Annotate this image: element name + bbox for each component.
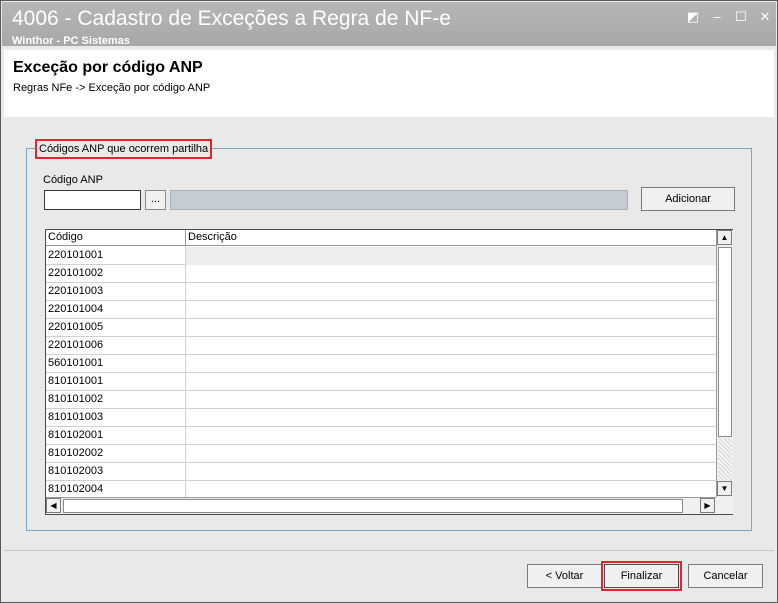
close-icon[interactable]: ✕ — [754, 8, 776, 26]
finish-button[interactable]: Finalizar — [601, 561, 682, 591]
table-row[interactable]: 810102003 — [46, 463, 716, 481]
table-row[interactable]: 810102002 — [46, 445, 716, 463]
app-window: 4006 - Cadastro de Exceções a Regra de N… — [0, 0, 778, 603]
cell-code: 220101003 — [46, 283, 186, 301]
cell-code: 220101002 — [46, 265, 186, 283]
cell-description — [186, 445, 716, 463]
cell-code: 810102001 — [46, 427, 186, 445]
maximize-icon[interactable]: ☐ — [730, 8, 752, 26]
content-area: Códigos ANP que ocorrem partilha Código … — [4, 119, 774, 549]
scroll-down-icon[interactable]: ▼ — [717, 481, 732, 496]
anp-codes-grid: Código Descrição 220101001 220101002 220… — [45, 229, 733, 515]
lookup-button[interactable]: ... — [145, 190, 166, 210]
column-header-code[interactable]: Código — [46, 230, 186, 246]
anp-code-input[interactable] — [44, 190, 141, 210]
title-bar[interactable]: 4006 - Cadastro de Exceções a Regra de N… — [2, 2, 776, 47]
cell-description — [186, 247, 716, 265]
table-row[interactable]: 810102004 — [46, 481, 716, 497]
add-button[interactable]: Adicionar — [641, 187, 735, 211]
page-header: Exceção por código ANP Regras NFe -> Exc… — [4, 50, 774, 117]
cell-description — [186, 481, 716, 497]
scroll-up-icon[interactable]: ▲ — [717, 230, 732, 245]
back-button[interactable]: < Voltar — [527, 564, 602, 588]
table-row[interactable]: 220101004 — [46, 301, 716, 319]
cell-description — [186, 301, 716, 319]
cell-description — [186, 355, 716, 373]
cancel-button[interactable]: Cancelar — [688, 564, 763, 588]
vertical-scroll-track[interactable] — [718, 438, 732, 480]
breadcrumb: Regras NFe -> Exceção por código ANP — [13, 82, 211, 94]
cell-description — [186, 409, 716, 427]
groupbox-label: Códigos ANP que ocorrem partilha — [35, 139, 213, 159]
footer-divider — [4, 550, 774, 551]
table-row[interactable]: 220101001 — [46, 247, 716, 265]
scroll-left-icon[interactable]: ◀ — [46, 498, 61, 513]
anp-description-field — [170, 190, 628, 210]
table-row[interactable]: 220101005 — [46, 319, 716, 337]
cell-description — [186, 373, 716, 391]
vertical-scroll-thumb[interactable] — [718, 247, 732, 437]
grid-rows: 220101001 220101002 220101003 220101004 … — [46, 247, 716, 497]
minimize-icon[interactable]: – — [706, 8, 728, 26]
cell-code: 220101005 — [46, 319, 186, 337]
horizontal-scrollbar[interactable]: ◀ ▶ — [46, 497, 716, 514]
restore-icon[interactable]: ◩ — [682, 8, 704, 26]
table-row[interactable]: 810102001 — [46, 427, 716, 445]
table-row[interactable]: 220101002 — [46, 265, 716, 283]
cell-code: 220101006 — [46, 337, 186, 355]
cell-description — [186, 337, 716, 355]
cell-code: 810101001 — [46, 373, 186, 391]
cell-code: 810102002 — [46, 445, 186, 463]
cell-description — [186, 427, 716, 445]
table-row[interactable]: 220101006 — [46, 337, 716, 355]
cell-description — [186, 265, 716, 283]
horizontal-scroll-thumb[interactable] — [63, 499, 683, 513]
cell-code: 810102004 — [46, 481, 186, 497]
table-row[interactable]: 220101003 — [46, 283, 716, 301]
table-row[interactable]: 560101001 — [46, 355, 716, 373]
vertical-scrollbar[interactable]: ▲ ▼ — [716, 230, 733, 497]
cell-description — [186, 283, 716, 301]
grid-header: Código Descrição — [46, 230, 716, 246]
cell-code: 560101001 — [46, 355, 186, 373]
cell-description — [186, 319, 716, 337]
cell-code: 810102003 — [46, 463, 186, 481]
column-header-description[interactable]: Descrição — [186, 230, 716, 246]
scroll-right-icon[interactable]: ▶ — [700, 498, 715, 513]
cell-code: 220101004 — [46, 301, 186, 319]
cell-code: 220101001 — [46, 247, 186, 265]
cell-code: 810101003 — [46, 409, 186, 427]
window-title: 4006 - Cadastro de Exceções a Regra de N… — [12, 7, 451, 30]
scroll-corner — [716, 497, 733, 514]
cell-description — [186, 463, 716, 481]
table-row[interactable]: 810101002 — [46, 391, 716, 409]
window-subtitle: Winthor - PC Sistemas — [12, 35, 130, 47]
anp-code-label: Código ANP — [43, 174, 103, 186]
page-title: Exceção por código ANP — [13, 59, 203, 76]
anp-codes-groupbox: Códigos ANP que ocorrem partilha Código … — [26, 139, 752, 531]
cell-code: 810101002 — [46, 391, 186, 409]
cell-description — [186, 391, 716, 409]
table-row[interactable]: 810101001 — [46, 373, 716, 391]
table-row[interactable]: 810101003 — [46, 409, 716, 427]
